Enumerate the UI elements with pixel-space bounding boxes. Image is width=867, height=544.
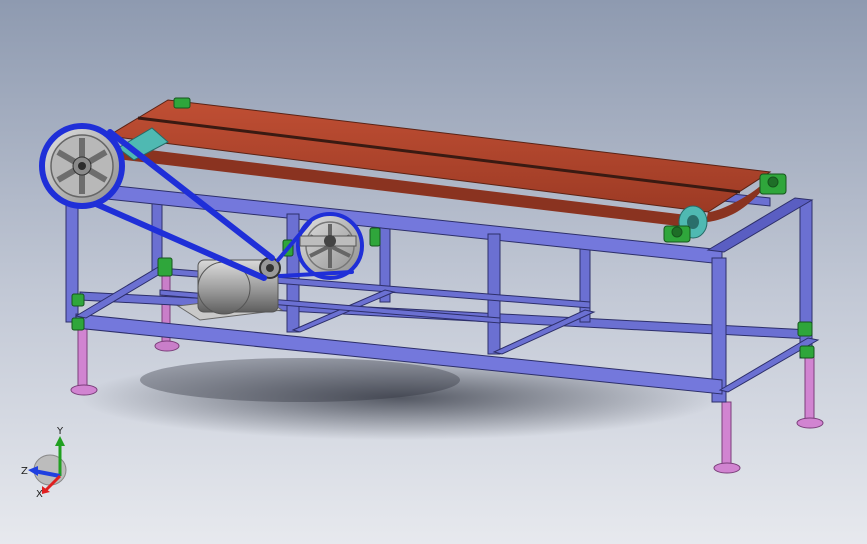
drive-belt-lower xyxy=(93,201,267,281)
orientation-triad[interactable]: Y Z X xyxy=(21,426,67,500)
cad-viewport[interactable]: Y Z X xyxy=(0,0,867,544)
bearing-frame-left-low xyxy=(71,317,85,331)
foot-rear-left xyxy=(154,340,180,352)
bearing-frame-right-low xyxy=(799,345,815,359)
foot-front-left xyxy=(70,384,98,396)
bearing-frame-right xyxy=(797,321,813,337)
motor[interactable] xyxy=(176,257,284,321)
foot-front-right xyxy=(713,462,741,474)
frame-right-top-crossbar xyxy=(706,197,814,253)
bearing-frame-left xyxy=(71,293,85,307)
frame-lower-cross-left xyxy=(74,265,172,319)
conveyor-assembly-model[interactable]: Y Z X xyxy=(0,0,867,544)
head-drive-pulley[interactable] xyxy=(39,123,125,209)
leg-rear-right xyxy=(804,351,815,421)
triad-y-label: Y xyxy=(56,426,64,437)
bearing-mid-left xyxy=(157,257,173,277)
bearing-head-rear xyxy=(173,97,191,109)
bearing-inner xyxy=(369,227,381,247)
ground-shadow-core xyxy=(140,358,460,402)
leg-front-right xyxy=(721,401,732,465)
belt-center-seam xyxy=(137,116,741,194)
triad-z-label: Z xyxy=(21,466,28,477)
triad-x-label: X xyxy=(36,489,43,500)
leg-front-left xyxy=(77,327,88,387)
foot-rear-right xyxy=(796,417,824,429)
frame-front-post-mid1 xyxy=(286,213,300,333)
